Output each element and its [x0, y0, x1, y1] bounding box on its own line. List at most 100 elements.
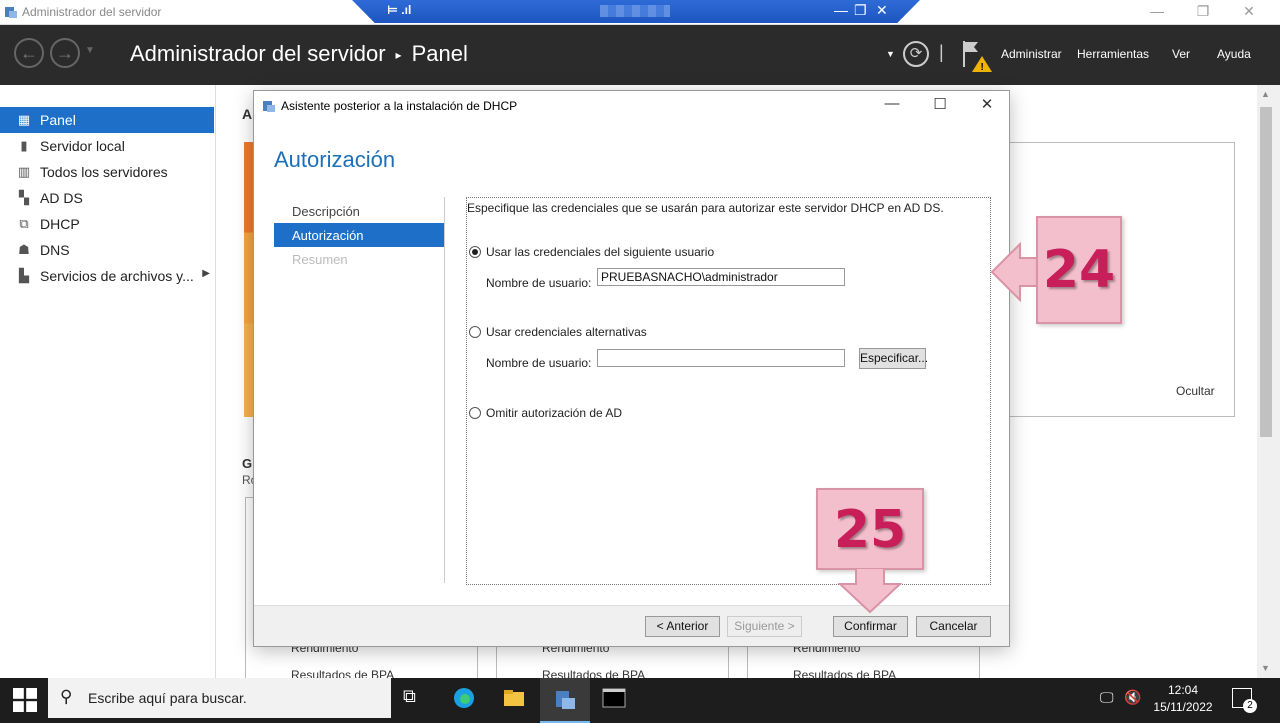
menu-herramientas[interactable]: Herramientas	[1077, 47, 1149, 61]
close-button[interactable]: ✕	[1234, 3, 1264, 20]
radio-current-credentials-label[interactable]: Usar las credenciales del siguiente usua…	[486, 245, 714, 259]
radio-alternate-credentials[interactable]	[469, 326, 481, 338]
step-autorizacion[interactable]: Autorización	[274, 223, 444, 247]
file-explorer-icon[interactable]	[502, 686, 526, 710]
callout-24-arrow-icon	[990, 241, 1039, 303]
breadcrumb-root: Administrador del servidor	[130, 41, 386, 66]
back-icon[interactable]: ←	[14, 38, 44, 68]
minimize-button[interactable]: —	[1142, 3, 1172, 19]
remote-connection-bar: ⊨ .ıl — ❐ ✕	[352, 0, 920, 23]
search-icon: ⚲	[60, 687, 73, 706]
refresh-icon[interactable]: ⟳	[903, 41, 929, 67]
clock-time: 12:04	[1167, 683, 1199, 697]
scroll-up-icon[interactable]: ▲	[1261, 89, 1270, 99]
expand-arrow-icon: ▶	[202, 268, 210, 279]
svg-text:!: !	[981, 62, 984, 73]
instructions-text: Especifique las credenciales que se usar…	[467, 201, 944, 215]
task-view-icon[interactable]: ⧉	[403, 686, 427, 710]
history-dropdown-icon[interactable]: ▼	[85, 45, 95, 56]
back-button[interactable]: < Anterior	[645, 616, 720, 637]
wizard-icon	[263, 101, 275, 112]
taskbar-clock[interactable]: 12:04 15/11/2022	[1140, 682, 1226, 716]
callout-25-arrow-icon	[838, 568, 902, 614]
server-manager-taskbar-icon	[556, 691, 575, 709]
menu-ayuda[interactable]: Ayuda	[1217, 47, 1251, 61]
radio-skip-authorization-label[interactable]: Omitir autorización de AD	[486, 406, 622, 420]
radio-alternate-credentials-label[interactable]: Usar credenciales alternativas	[486, 325, 647, 339]
next-button: Siguiente >	[727, 616, 802, 637]
alternate-username-field[interactable]	[597, 349, 845, 367]
sidebar-item-dns[interactable]: ☗ DNS	[0, 237, 214, 263]
dialog-close-button[interactable]: ✕	[967, 95, 1007, 113]
dropdown-icon[interactable]: ▼	[886, 49, 895, 59]
servers-icon: ▥	[17, 164, 31, 179]
divider: |	[939, 42, 944, 62]
notification-center-icon[interactable]: 2	[1232, 688, 1257, 713]
menu-ver[interactable]: Ver	[1172, 47, 1190, 61]
scrollbar-thumb[interactable]	[1260, 107, 1272, 437]
callout-24: 24	[1036, 216, 1122, 324]
sidebar-item-dhcp[interactable]: ⧉ DHCP	[0, 211, 214, 237]
callout-25: 25	[816, 488, 924, 570]
radio-skip-authorization[interactable]	[469, 407, 481, 419]
username-label: Nombre de usuario:	[486, 276, 592, 290]
sidebar-item-servidor-local[interactable]: ▮ Servidor local	[0, 133, 214, 159]
file-services-icon: ▙	[19, 268, 29, 283]
vertical-scrollbar[interactable]: ▲ ▼	[1257, 85, 1280, 678]
dialog-maximize-button[interactable]: ☐	[920, 95, 960, 113]
search-placeholder: Escribe aquí para buscar.	[88, 690, 247, 706]
volume-muted-icon[interactable]: 🔇	[1124, 689, 1141, 706]
callout-24-number: 24	[1042, 240, 1116, 300]
username-field[interactable]: PRUEBASNACHO\administrador	[597, 268, 845, 286]
sidebar-item-panel[interactable]: ▦ Panel	[0, 107, 214, 133]
server-icon: ▮	[20, 138, 28, 153]
dashboard-icon: ▦	[17, 112, 31, 127]
maximize-button[interactable]: ❐	[1188, 3, 1218, 20]
confirm-button[interactable]: Confirmar	[833, 616, 908, 637]
roles-heading-partial: G	[242, 456, 253, 471]
radio-current-credentials[interactable]	[469, 246, 481, 258]
page-title: Autorización	[274, 147, 396, 172]
notification-count-badge: 2	[1243, 699, 1257, 713]
windows-start-icon[interactable]	[13, 688, 37, 712]
edge-browser-icon[interactable]	[452, 686, 476, 710]
dns-icon: ☗	[18, 242, 30, 257]
steps-divider	[444, 197, 445, 583]
connection-bar-icon: ⊨ .ıl	[387, 3, 412, 17]
cancel-button[interactable]: Cancelar	[916, 616, 991, 637]
command-prompt-icon[interactable]	[602, 686, 626, 710]
specify-button[interactable]: Especificar...	[859, 348, 928, 369]
server-manager-header: ← → ▼ Administrador del servidor ▸ Panel ▼…	[0, 25, 1280, 85]
breadcrumb-current: Panel	[411, 41, 468, 66]
connection-name-blurred	[600, 5, 670, 17]
scroll-down-icon[interactable]: ▼	[1261, 663, 1270, 673]
window-title: Administrador del servidor	[22, 5, 162, 19]
step-resumen: Resumen	[292, 252, 348, 267]
taskbar: ⚲ Escribe aquí para buscar. ⧉ 🖵 🔇 12:04 …	[0, 678, 1280, 723]
dialog-minimize-button[interactable]: —	[872, 95, 912, 112]
hide-link[interactable]: Ocultar	[1176, 384, 1215, 398]
alternate-username-label: Nombre de usuario:	[486, 356, 592, 370]
remote-close-icon[interactable]: ✕	[876, 2, 888, 19]
sidebar-item-ad-ds[interactable]: ▚ AD DS	[0, 185, 214, 211]
forward-icon[interactable]: →	[50, 38, 80, 68]
server-manager-icon	[5, 7, 17, 18]
breadcrumb-separator-icon: ▸	[395, 48, 402, 63]
server-manager-taskbar-button[interactable]	[540, 678, 590, 723]
welcome-heading-partial: A	[242, 106, 253, 122]
ad-ds-icon: ▚	[19, 190, 29, 205]
remote-minimize-icon[interactable]: —	[834, 2, 848, 18]
breadcrumb: Administrador del servidor ▸ Panel	[130, 41, 468, 67]
notifications-flag-icon[interactable]: !	[960, 38, 994, 74]
menu-administrar[interactable]: Administrar	[1001, 47, 1062, 61]
taskbar-search[interactable]: ⚲ Escribe aquí para buscar.	[48, 678, 391, 718]
sidebar-item-servicios-archivos[interactable]: ▙ Servicios de archivos y... ▶	[0, 263, 214, 289]
step-descripcion[interactable]: Descripción	[274, 199, 444, 223]
sidebar: ▦ Panel ▮ Servidor local ▥ Todos los servid…	[0, 85, 216, 678]
dialog-title: Asistente posterior a la instalación de …	[281, 99, 518, 113]
clock-date: 15/11/2022	[1153, 700, 1213, 714]
callout-25-number: 25	[833, 500, 907, 560]
network-icon[interactable]: 🖵	[1100, 689, 1114, 706]
sidebar-item-todos-servidores[interactable]: ▥ Todos los servidores	[0, 159, 214, 185]
remote-restore-icon[interactable]: ❐	[854, 2, 867, 19]
